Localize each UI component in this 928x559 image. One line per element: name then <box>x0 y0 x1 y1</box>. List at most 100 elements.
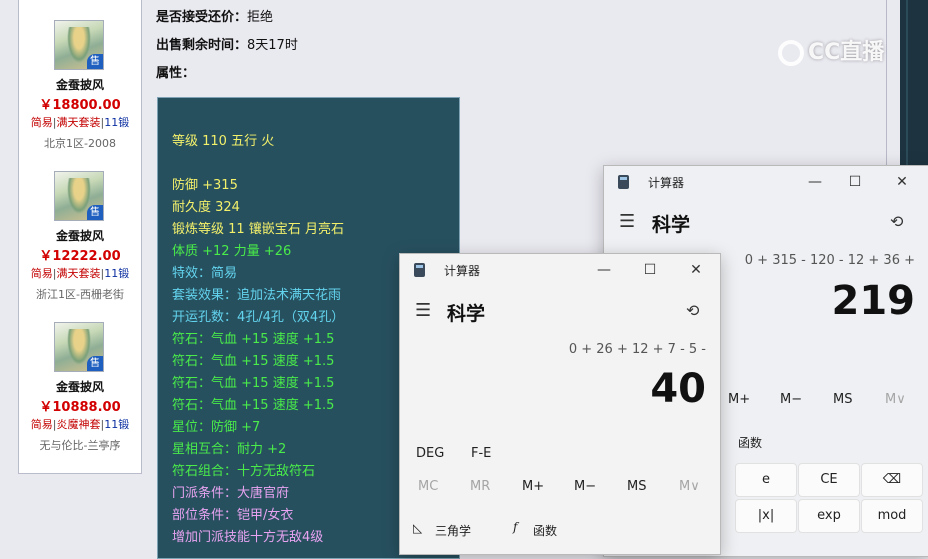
item-price: ￥18800.00 <box>39 98 121 113</box>
attr-line: 体质 +12 力量 +26 <box>172 244 292 259</box>
attr-line: 门派条件：大唐官府 <box>172 486 290 501</box>
function-dropdown[interactable]: 函数 <box>738 434 762 451</box>
tag[interactable]: 满天套装 <box>57 116 101 129</box>
attributes-label-row: 属性： <box>156 62 195 81</box>
item-thumbnail[interactable]: 售 <box>54 322 104 372</box>
calculator-window-front[interactable]: 计算器 — ☐ ✕ ☰ 科学 ⟲ 0 + 26 + 12 + 7 - 5 - 4… <box>399 253 721 555</box>
item-name[interactable]: 金蚕披风 <box>19 378 141 395</box>
attr-line: 套装效果：追加法术满天花雨 <box>172 288 342 303</box>
tag[interactable]: 简易 <box>31 267 53 280</box>
maximize-button[interactable]: ☐ <box>630 258 670 282</box>
remaining-time-row: 出售剩余时间：8天17时 <box>156 34 298 53</box>
attr-line: 增加门派技能十方无敌4级 <box>172 530 324 545</box>
item-thumbnail[interactable]: 售 <box>54 171 104 221</box>
attr-line: 符石：气血 +15 速度 +1.5 <box>172 354 335 369</box>
minimize-button[interactable]: — <box>795 170 835 194</box>
counter-offer-label: 是否接受还价： <box>156 10 248 25</box>
fixed-exponent-button[interactable]: F-E <box>471 446 491 461</box>
counter-offer-value: 拒绝 <box>247 10 274 25</box>
attr-line: 星相互合：耐力 +2 <box>172 442 287 457</box>
tag[interactable]: 11锻 <box>104 116 129 129</box>
stream-watermark: CC直播 <box>778 34 884 66</box>
item-server: 北京1区-2008 <box>44 137 116 150</box>
item-tags: 简易|满天套装|11锻 <box>30 267 130 280</box>
item-server: 无与伦比-兰亭序 <box>39 439 121 452</box>
minimize-button[interactable]: — <box>584 258 624 282</box>
mod-button[interactable]: mod <box>861 499 923 533</box>
expression-display: 0 + 315 - 120 - 12 + 36 + <box>744 253 915 268</box>
tag[interactable]: 11锻 <box>104 418 129 431</box>
attr-line: 符石组合：十方无敌符石 <box>172 464 316 479</box>
attr-line: 特效：简易 <box>172 266 238 281</box>
hamburger-menu-icon[interactable]: ☰ <box>415 300 431 321</box>
hamburger-menu-icon[interactable]: ☰ <box>619 211 635 232</box>
title-bar[interactable]: 计算器 — ☐ ✕ <box>400 254 720 286</box>
tag[interactable]: 炎魔神套 <box>57 418 101 431</box>
angle-unit-button[interactable]: DEG <box>416 446 444 461</box>
sale-badge: 售 <box>87 356 103 371</box>
counter-offer-row: 是否接受还价：拒绝 <box>156 6 273 25</box>
remaining-time-value: 8天17时 <box>247 38 298 53</box>
trigonometry-icon: ◺ <box>413 521 423 535</box>
memory-list-button[interactable]: M∨ <box>885 392 906 407</box>
close-button[interactable]: ✕ <box>882 170 922 194</box>
memory-clear-button[interactable]: MC <box>418 479 438 494</box>
mode-title: 科学 <box>447 303 486 325</box>
attr-line: 符石：气血 +15 速度 +1.5 <box>172 376 335 391</box>
title-bar[interactable]: 计算器 — ☐ ✕ <box>604 166 928 198</box>
tag[interactable]: 11锻 <box>104 267 129 280</box>
function-dropdown[interactable]: 函数 <box>533 522 557 539</box>
absolute-value-button[interactable]: |x| <box>735 499 797 533</box>
watermark-text: CC直播 <box>808 40 885 65</box>
maximize-button[interactable]: ☐ <box>835 170 875 194</box>
item-name[interactable]: 金蚕披风 <box>19 76 141 93</box>
item-price: ￥12222.00 <box>39 249 121 264</box>
calculator-app-icon <box>414 263 425 277</box>
memory-store-button[interactable]: MS <box>833 392 852 407</box>
clear-entry-button[interactable]: CE <box>798 463 860 497</box>
tag[interactable]: 简易 <box>31 418 53 431</box>
memory-subtract-button[interactable]: M− <box>780 392 802 407</box>
window-title: 计算器 <box>648 176 685 190</box>
attr-line: 锻炼等级 11 镶嵌宝石 月亮石 <box>172 222 344 237</box>
item-name[interactable]: 金蚕披风 <box>19 227 141 244</box>
history-icon[interactable]: ⟲ <box>686 301 699 320</box>
attr-line: 符石：气血 +15 速度 +1.5 <box>172 332 335 347</box>
item-price: ￥10888.00 <box>39 400 121 415</box>
attr-line: 开运孔数：4孔/4孔（双4孔） <box>172 310 345 325</box>
attr-line: 部位条件：铠甲/女衣 <box>172 508 294 523</box>
attr-line: 星位：防御 +7 <box>172 420 261 435</box>
euler-button[interactable]: e <box>735 463 797 497</box>
expression-display: 0 + 26 + 12 + 7 - 5 - <box>568 342 706 357</box>
remaining-time-label: 出售剩余时间： <box>156 38 248 53</box>
trigonometry-dropdown[interactable]: 三角学 <box>435 522 471 539</box>
memory-recall-button[interactable]: MR <box>470 479 490 494</box>
memory-add-button[interactable]: M+ <box>522 479 544 494</box>
item-thumbnail[interactable]: 售 <box>54 20 104 70</box>
exp-button[interactable]: exp <box>798 499 860 533</box>
item-tags: 简易|满天套装|11锻 <box>30 116 130 129</box>
calculator-app-icon <box>618 175 629 189</box>
sale-badge: 售 <box>87 205 103 220</box>
history-icon[interactable]: ⟲ <box>890 212 903 231</box>
close-button[interactable]: ✕ <box>676 258 716 282</box>
item-server: 浙江1区-西栅老街 <box>36 288 124 301</box>
memory-store-button[interactable]: MS <box>627 479 646 494</box>
result-display: 219 <box>831 278 916 324</box>
memory-add-button[interactable]: M+ <box>728 392 750 407</box>
backspace-button[interactable]: ⌫ <box>861 463 923 497</box>
mode-title: 科学 <box>652 214 691 236</box>
tag[interactable]: 满天套装 <box>57 267 101 280</box>
listing-sidebar: 售 金蚕披风 ￥18800.00 简易|满天套装|11锻 北京1区-2008 售… <box>18 0 142 474</box>
memory-subtract-button[interactable]: M− <box>574 479 596 494</box>
result-display: 40 <box>650 366 706 412</box>
attr-line: 防御 +315 <box>172 178 238 193</box>
tag[interactable]: 简易 <box>31 116 53 129</box>
attr-line: 耐久度 324 <box>172 200 240 215</box>
cc-logo-icon <box>778 40 804 66</box>
function-icon: f <box>513 520 518 534</box>
attr-line: 等级 110 五行 火 <box>172 134 275 149</box>
attributes-label: 属性： <box>156 66 196 81</box>
memory-list-button[interactable]: M∨ <box>679 479 700 494</box>
item-tags: 简易|炎魔神套|11锻 <box>30 418 130 431</box>
